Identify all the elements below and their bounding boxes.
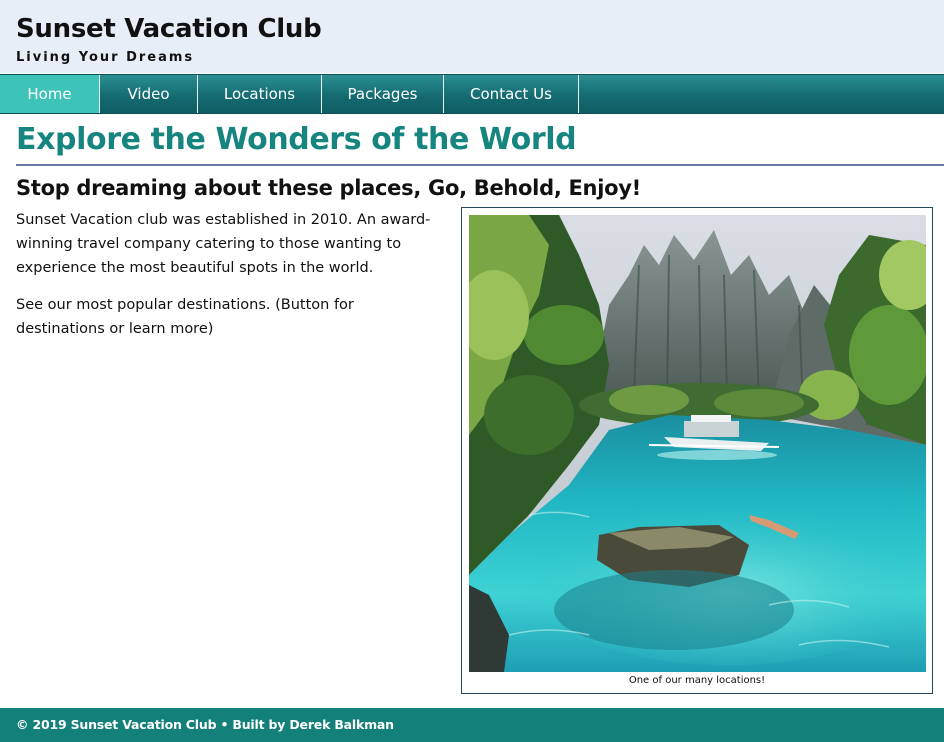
intro-paragraph: Sunset Vacation club was established in … [16, 212, 431, 276]
destinations-paragraph: See our most popular destinations. (Butt… [16, 297, 354, 337]
nav-item-video[interactable]: Video [100, 75, 198, 113]
page-subheading: Stop dreaming about these places, Go, Be… [16, 176, 641, 200]
main-nav: Home Video Locations Packages Contact Us [0, 74, 944, 114]
nav-item-locations[interactable]: Locations [198, 75, 322, 113]
location-figure: One of our many locations! [461, 207, 933, 694]
footer-credits: © 2019 Sunset Vacation Club • Built by D… [16, 717, 394, 732]
lagoon-photo [469, 215, 926, 672]
nav-item-home[interactable]: Home [0, 75, 100, 113]
site-tagline: Living Your Dreams [16, 50, 195, 65]
page-title: Explore the Wonders of the World [16, 122, 577, 157]
site-title[interactable]: Sunset Vacation Club [16, 14, 322, 44]
title-divider [16, 164, 944, 166]
site-footer: © 2019 Sunset Vacation Club • Built by D… [0, 708, 944, 742]
site-header: Sunset Vacation Club Living Your Dreams [0, 0, 944, 73]
photo-caption: One of our many locations! [628, 675, 766, 686]
nav-item-contact-us[interactable]: Contact Us [444, 75, 579, 113]
nav-item-packages[interactable]: Packages [322, 75, 444, 113]
